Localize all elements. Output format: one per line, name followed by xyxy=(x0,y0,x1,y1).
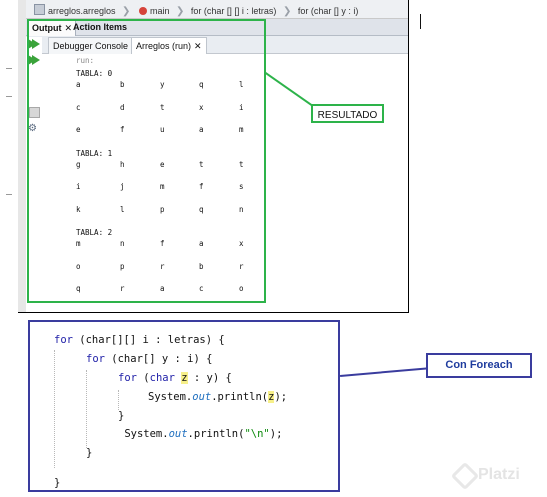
indent-guide xyxy=(118,390,119,410)
class-icon xyxy=(34,4,45,15)
keyword: char xyxy=(149,372,175,384)
chevron-right-icon: ❯ xyxy=(122,6,131,17)
platzi-logo-icon xyxy=(450,461,480,491)
keyword: for xyxy=(86,353,105,365)
left-edge-marks xyxy=(0,0,14,312)
text-cursor xyxy=(420,14,421,29)
indent-guide xyxy=(54,350,55,468)
platzi-watermark: Platzi xyxy=(478,466,520,483)
breadcrumb-item-inner-loop[interactable]: for (char [] y : i) xyxy=(298,6,359,16)
foreach-code-box: for (char[][] i : letras) { for (char[] … xyxy=(28,320,340,492)
foreach-connector-line xyxy=(340,367,428,377)
chevron-right-icon: ❯ xyxy=(175,6,185,17)
code-line-5: } xyxy=(118,410,125,422)
keyword: for xyxy=(118,372,137,384)
code-line-7: } xyxy=(86,447,93,459)
code-line-2: for (char[] y : i) { xyxy=(86,353,213,365)
result-highlight-box xyxy=(27,19,266,303)
method-icon xyxy=(138,7,147,15)
con-foreach-label: Con Foreach xyxy=(426,353,532,378)
breadcrumb-item-class[interactable]: arreglos.arreglos xyxy=(48,6,116,16)
indent-guide xyxy=(86,370,87,448)
breadcrumb: arreglos.arreglos ❯ main ❯ for (char [] … xyxy=(26,0,408,19)
code-line-4: System.out.println(z); xyxy=(148,391,288,403)
code-line-3: for (char z : y) { xyxy=(118,372,232,384)
left-gutter xyxy=(18,0,26,312)
code-line-8: } xyxy=(54,477,61,489)
breadcrumb-item-method[interactable]: main xyxy=(150,6,170,16)
resultado-label: RESULTADO xyxy=(311,104,384,123)
code-line-1: for (char[][] i : letras) { xyxy=(54,334,225,346)
breadcrumb-item-outer-loop[interactable]: for (char [] [] i : letras) xyxy=(191,6,277,16)
code-line-6: System.out.println("\n"); xyxy=(118,428,283,440)
keyword: for xyxy=(54,334,73,346)
chevron-right-icon: ❯ xyxy=(282,6,292,17)
